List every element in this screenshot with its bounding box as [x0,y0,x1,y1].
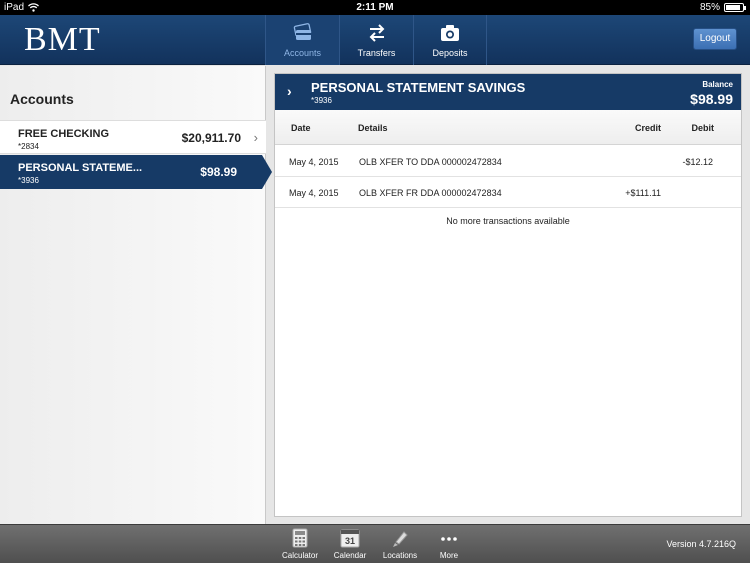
transaction-credit: +$111.11 [625,188,661,198]
toolbar-locations[interactable]: Locations [375,528,425,560]
calculator-icon [292,528,308,548]
main-nav-tabs: Accounts Transfers Deposits [265,15,487,65]
account-detail-title: PERSONAL STATEMENT SAVINGS [311,80,526,95]
toolbar-calendar[interactable]: 31 Calendar [325,528,375,560]
accounts-card-icon [293,23,311,40]
transaction-date: May 4, 2015 [289,157,339,167]
account-detail-panel: › PERSONAL STATEMENT SAVINGS *3936 Balan… [274,73,742,517]
account-detail-number: *3936 [311,96,332,105]
bottom-toolbar: Calculator 31 Calendar Locations More Ve… [0,524,750,563]
chevron-right-icon: › [287,83,292,99]
app-header: BMT Accounts Transfers Deposits Logout [0,15,750,65]
calendar-icon-day: 31 [345,536,355,546]
toolbar-calendar-label: Calendar [333,551,367,560]
location-pin-icon [393,531,408,547]
toolbar-locations-label: Locations [382,551,418,560]
toolbar-calculator[interactable]: Calculator [275,528,325,560]
account-balance: $98.99 [200,165,237,179]
toolbar-calculator-label: Calculator [281,551,318,560]
column-header-date[interactable]: Date [291,123,311,133]
no-more-transactions-note: No more transactions available [446,216,570,226]
battery-percent: 85% [699,2,720,13]
tab-accounts[interactable]: Accounts [265,15,339,65]
tab-transfers-label: Transfers [357,48,396,58]
status-time: 2:11 PM [356,2,394,13]
transaction-row[interactable]: May 4, 2015 OLB XFER TO DDA 000002472834… [275,146,741,177]
more-dots-icon [441,537,457,541]
transfer-arrows-icon [369,24,384,42]
account-balance: $20,911.70 [181,131,241,145]
tab-deposits[interactable]: Deposits [413,15,487,65]
account-detail-header[interactable]: › PERSONAL STATEMENT SAVINGS *3936 Balan… [275,74,741,110]
toolbar-more[interactable]: More [424,528,474,560]
toolbar-more-label: More [439,551,459,560]
status-bar-right: 85% [699,2,746,13]
transaction-details: OLB XFER FR DDA 000002472834 [359,188,502,198]
status-bar: iPad 2:11 PM 85% [0,0,750,15]
battery-icon [724,3,746,12]
camera-icon [441,25,459,41]
calendar-icon: 31 [340,529,360,548]
column-header-details[interactable]: Details [358,123,388,133]
tab-accounts-label: Accounts [283,48,322,58]
chevron-right-icon: › [253,130,258,145]
transaction-row[interactable]: May 4, 2015 OLB XFER FR DDA 000002472834… [275,177,741,208]
bmt-logo: BMT [24,21,101,58]
tab-transfers[interactable]: Transfers [339,15,413,65]
balance-value: $98.99 [690,91,733,107]
column-header-debit[interactable]: Debit [692,123,715,133]
accounts-sidebar: Accounts FREE CHECKING *2834 $20,911.70 … [0,66,272,524]
account-name: FREE CHECKING [18,128,110,140]
account-number: *3936 [18,176,39,185]
logout-button[interactable]: Logout [693,28,737,50]
accounts-heading: Accounts [10,91,74,107]
account-row-personal-savings[interactable]: PERSONAL STATEME... *3936 $98.99 [0,155,272,189]
tab-deposits-label: Deposits [432,48,468,58]
transaction-debit: -$12.12 [682,157,713,167]
app-version: Version 4.7.216Q [666,539,736,549]
transaction-details: OLB XFER TO DDA 000002472834 [359,157,502,167]
balance-label: Balance [702,80,733,89]
account-name: PERSONAL STATEME... [18,162,143,174]
account-row-free-checking[interactable]: FREE CHECKING *2834 $20,911.70 › [0,120,266,154]
account-number: *2834 [18,142,39,151]
column-header-credit[interactable]: Credit [635,123,661,133]
transactions-table-header: Date Details Credit Debit [275,110,741,145]
transaction-date: May 4, 2015 [289,188,339,198]
battery-fill [726,5,740,10]
